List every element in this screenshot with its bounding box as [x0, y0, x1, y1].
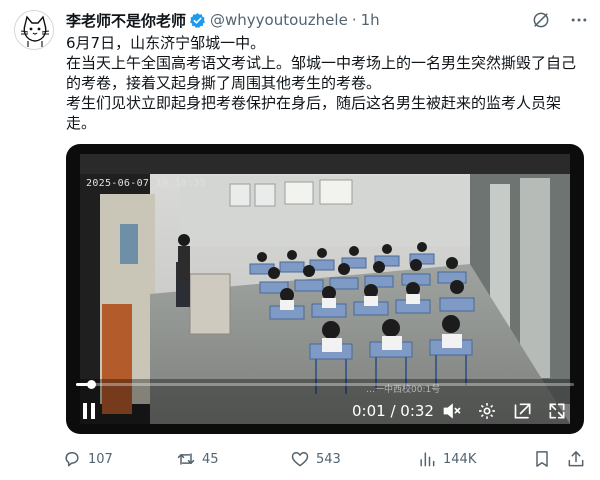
- header-actions: [530, 9, 590, 31]
- author-name[interactable]: 李老师不是你老师: [66, 10, 186, 31]
- video-timestamp-overlay: 2025-06-07 10:38:35: [86, 178, 207, 189]
- fullscreen-icon[interactable]: [546, 400, 568, 422]
- separator-dot: ·: [351, 11, 357, 29]
- heart-icon: [291, 452, 309, 467]
- share-icon: [568, 451, 584, 467]
- like-count: 543: [316, 451, 341, 467]
- tweet-text-line: 6月7日，山东济宁邹城一中。: [66, 34, 266, 52]
- video-progress-knob[interactable]: [86, 380, 96, 389]
- reply-icon: [65, 452, 79, 467]
- video-duration: 0:32: [400, 402, 434, 420]
- tweet: 李老师不是你老师 @whyyoutouzhele · 1h 6月7日，山东济宁邹…: [0, 0, 600, 480]
- video-progress-bar[interactable]: [76, 380, 574, 389]
- video-controls: 0:01 / 0:32: [66, 400, 584, 424]
- share-button[interactable]: [566, 447, 586, 471]
- video-current-time: 0:01: [352, 402, 386, 420]
- tweet-text: 6月7日，山东济宁邹城一中。 在当天上午全国高考语文考试上。邹城一中考场上的一名…: [66, 33, 586, 133]
- reply-count: 107: [88, 451, 113, 467]
- grok-icon[interactable]: [530, 9, 552, 31]
- tweet-text-line: 在当天上午全国高考语文考试上。邹城一中考场上的一名男生突然撕毁了自己的考卷，接着…: [66, 54, 577, 92]
- views-button[interactable]: 144K: [417, 447, 476, 471]
- video-time-readout: 0:01 / 0:32: [352, 402, 434, 420]
- avatar[interactable]: [14, 10, 54, 50]
- author-handle[interactable]: @whyyoutouzhele: [210, 11, 348, 29]
- bookmark-icon: [536, 451, 548, 467]
- retweet-button[interactable]: 45: [176, 447, 219, 471]
- picture-in-picture-icon[interactable]: [512, 400, 534, 422]
- mute-icon[interactable]: [441, 400, 463, 422]
- tweet-header: 李老师不是你老师 @whyyoutouzhele · 1h: [66, 9, 590, 31]
- more-options-icon[interactable]: [568, 9, 590, 31]
- bookmark-button[interactable]: [532, 447, 552, 471]
- views-chart-icon: [420, 452, 435, 467]
- video-time-separator: /: [385, 402, 401, 420]
- tweet-text-line: 考生们见状立即起身把考卷保护在身后，随后这名男生被赶来的监考人员架走。: [66, 94, 562, 132]
- reply-button[interactable]: 107: [62, 447, 113, 471]
- like-button[interactable]: 543: [290, 447, 341, 471]
- settings-gear-icon[interactable]: [476, 400, 498, 422]
- cat-sketch-avatar-icon: [20, 15, 50, 47]
- retweet-count: 45: [202, 451, 219, 467]
- tweet-actions: 107 45 543 144K: [62, 447, 592, 471]
- video-player[interactable]: 2025-06-07 10:38:35 …一中西校00:1号 0:01 / 0:…: [66, 144, 584, 434]
- post-time[interactable]: 1h: [361, 11, 380, 29]
- retweet-icon: [177, 453, 195, 465]
- views-count: 144K: [443, 451, 477, 467]
- pause-icon[interactable]: [78, 400, 100, 422]
- verified-badge-icon: [189, 12, 206, 29]
